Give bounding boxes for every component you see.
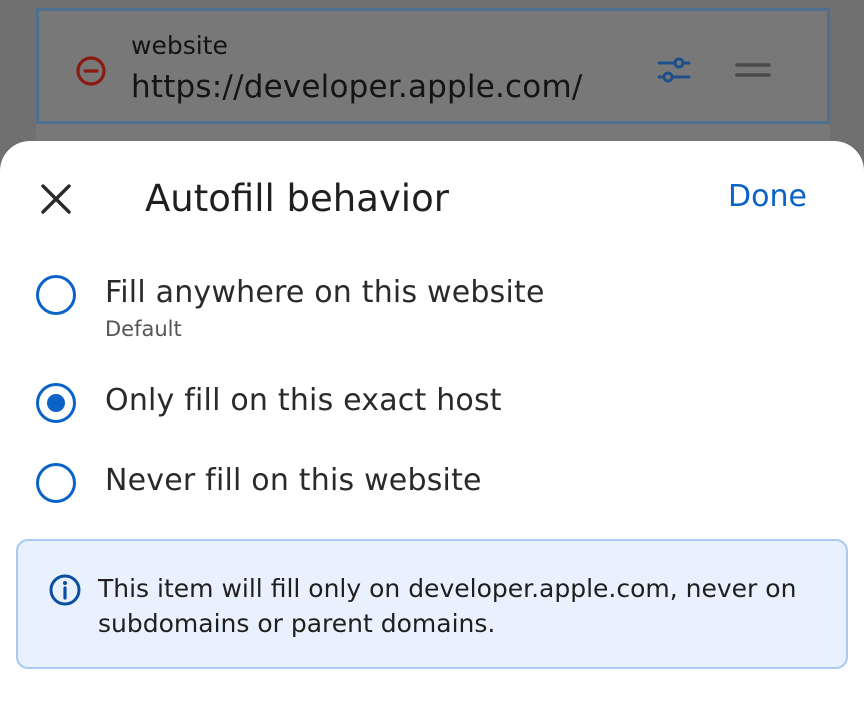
close-icon	[41, 184, 71, 214]
website-field-label: website	[131, 31, 228, 60]
option-label: Never fill on this website	[105, 463, 482, 498]
drag-handle-icon[interactable]	[735, 59, 771, 81]
radio-fill-anywhere[interactable]	[36, 275, 76, 315]
website-url: https://developer.apple.com/	[131, 69, 583, 105]
info-text: This item will fill only on developer.ap…	[98, 574, 797, 638]
option-sublabel: Default	[105, 317, 182, 341]
remove-circle-icon[interactable]	[75, 55, 107, 87]
tune-icon[interactable]	[655, 51, 693, 89]
info-icon	[49, 574, 81, 606]
radio-never-fill[interactable]	[36, 463, 76, 503]
autofill-behavior-sheet: Autofill behavior Done Fill anywhere on …	[0, 141, 864, 701]
option-label: Only fill on this exact host	[105, 383, 502, 418]
sheet-title: Autofill behavior	[145, 177, 449, 220]
option-fill-anywhere[interactable]: Fill anywhere on this website Default	[0, 273, 864, 353]
website-entry-row: website https://developer.apple.com/	[36, 8, 830, 124]
option-exact-host[interactable]: Only fill on this exact host	[0, 381, 864, 431]
option-never-fill[interactable]: Never fill on this website	[0, 461, 864, 511]
close-button[interactable]	[34, 177, 78, 221]
option-label: Fill anywhere on this website	[105, 275, 545, 310]
done-button[interactable]: Done	[728, 179, 807, 214]
radio-exact-host[interactable]	[36, 383, 76, 423]
info-banner: This item will fill only on developer.ap…	[16, 539, 848, 669]
